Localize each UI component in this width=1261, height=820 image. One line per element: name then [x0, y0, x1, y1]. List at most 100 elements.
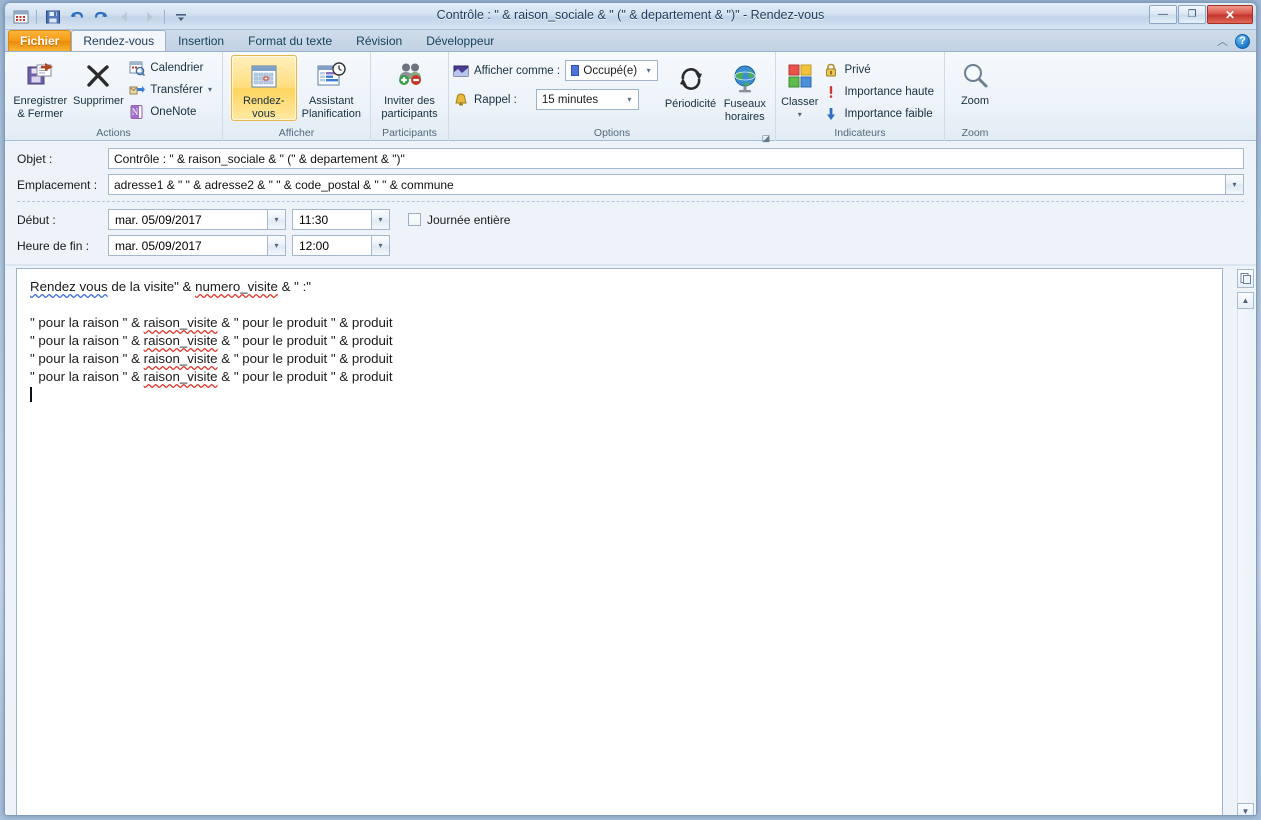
forward-label: Transférer	[150, 83, 203, 96]
start-time-chevron-down-icon[interactable]: ▾	[372, 209, 390, 230]
lock-icon	[826, 63, 837, 76]
tab-format-du-texte[interactable]: Format du texte	[236, 30, 344, 51]
start-date-input[interactable]: mar. 05/09/2017	[108, 209, 268, 230]
ribbon: Enregistrer & Fermer Supprimer Calendrie…	[5, 52, 1256, 143]
save-and-close-button[interactable]: Enregistrer & Fermer	[9, 55, 72, 121]
start-time-input[interactable]: 11:30	[292, 209, 372, 230]
end-date-input[interactable]: mar. 05/09/2017	[108, 235, 268, 256]
end-label: Heure de fin :	[17, 238, 90, 253]
location-label: Emplacement :	[17, 177, 98, 192]
start-row: Début : mar. 05/09/2017 ▾ 11:30 ▾ Journé…	[17, 208, 1244, 231]
tab-fichier[interactable]: Fichier	[8, 30, 72, 51]
all-day-checkbox[interactable]	[408, 213, 421, 226]
recurrence-button[interactable]: Périodicité	[662, 58, 718, 112]
undo-icon[interactable]	[66, 7, 87, 27]
reminder-dropdown[interactable]: 15 minutes ▾	[535, 89, 639, 110]
view-appointment-button[interactable]: Rendez-vous	[231, 55, 297, 121]
zoom-magnifier-icon	[964, 64, 988, 88]
private-button[interactable]: Privé	[819, 59, 940, 80]
invite-attendees-button[interactable]: Inviter des participants	[375, 55, 444, 121]
minimize-button[interactable]: —	[1149, 5, 1177, 24]
high-importance-button[interactable]: Importance haute	[819, 81, 940, 102]
tab-rendez-vous[interactable]: Rendez-vous	[71, 30, 167, 51]
close-button[interactable]: ✕	[1207, 5, 1253, 24]
end-time-input[interactable]: 12:00	[292, 235, 372, 256]
delete-label: Supprimer	[73, 95, 124, 107]
invite-attendees-label: Inviter des participants	[381, 95, 438, 120]
app-calendar-icon[interactable]	[10, 7, 31, 27]
show-as-icon	[453, 65, 469, 76]
forward-envelope-icon	[129, 85, 146, 94]
collapse-ribbon-icon[interactable]: ︿	[1217, 33, 1228, 49]
body-repeat-suffix-1: & " pour le produit " & produit	[217, 315, 393, 330]
time-zones-label: Fuseaux horaires	[723, 98, 766, 123]
redo-icon[interactable]	[90, 7, 111, 27]
vertical-scrollbar-track[interactable]	[1237, 310, 1254, 802]
body-repeat-prefix-2: " pour la raison " &	[30, 333, 144, 348]
show-as-chevron-down-icon[interactable]: ▾	[640, 61, 657, 80]
message-body-editor[interactable]: Rendez vous de la visite" & numero_visit…	[16, 268, 1223, 815]
qat-separator-2	[164, 9, 165, 24]
invite-attendees-icon	[398, 63, 421, 85]
busy-color-swatch	[571, 65, 580, 76]
show-as-label: Afficher comme :	[474, 64, 561, 77]
body-repeat-prefix-3: " pour la raison " &	[30, 351, 144, 366]
svg-text:N: N	[132, 107, 139, 117]
categorize-button[interactable]: Classer ▾	[780, 56, 819, 122]
tab-developpeur[interactable]: Développeur	[414, 30, 506, 51]
recurrence-label: Périodicité	[664, 98, 717, 110]
low-importance-label: Importance faible	[844, 107, 933, 120]
zoom-button[interactable]: Zoom	[949, 55, 1001, 109]
body-repeat-suffix-4: & " pour le produit " & produit	[217, 369, 393, 384]
onenote-button[interactable]: N OneNote	[125, 101, 218, 122]
scroll-up-button[interactable]: ▲	[1237, 292, 1254, 309]
end-time-chevron-down-icon[interactable]: ▾	[372, 235, 390, 256]
scroll-down-button[interactable]: ▼	[1237, 803, 1254, 815]
calendar-button[interactable]: Calendrier	[125, 57, 218, 78]
start-date-chevron-down-icon[interactable]: ▾	[268, 209, 286, 230]
save-icon[interactable]	[42, 7, 63, 27]
options-dialog-launcher-icon[interactable]: ◪	[761, 130, 771, 143]
body-repeat-prefix-1: " pour la raison " &	[30, 315, 144, 330]
scheduling-assistant-button[interactable]: Assistant Planification	[297, 55, 366, 121]
onenote-label: OneNote	[150, 105, 197, 118]
time-zones-button[interactable]: Fuseaux horaires	[719, 58, 771, 124]
ribbon-tab-strip: Fichier Rendez-vous Insertion Format du …	[5, 30, 1256, 52]
tab-insertion[interactable]: Insertion	[166, 30, 236, 51]
forward-chevron-down-icon[interactable]: ▾	[208, 85, 212, 94]
next-item-icon	[138, 7, 159, 27]
body-side-controls: ▲ ▼	[1234, 266, 1254, 815]
low-importance-button[interactable]: Importance faible	[819, 103, 940, 124]
show-as-dropdown[interactable]: Occupé(e) ▾	[565, 60, 659, 81]
attachment-icon[interactable]	[1237, 269, 1254, 288]
onenote-icon: N	[130, 104, 143, 119]
tab-revision[interactable]: Révision	[344, 30, 414, 51]
location-input[interactable]: adresse1 & " " & adresse2 & " " & code_p…	[108, 174, 1226, 195]
subject-input[interactable]: Contrôle : " & raison_sociale & " (" & d…	[108, 148, 1244, 169]
body-misspelling-numero-visite: numero_visite	[195, 279, 278, 294]
qat-separator	[36, 9, 37, 24]
delete-button[interactable]: Supprimer	[72, 55, 126, 109]
help-icon[interactable]: ?	[1235, 33, 1250, 49]
categorize-chevron-down-icon[interactable]: ▾	[798, 109, 802, 122]
body-repeat-line: " pour la raison " & raison_visite & " p…	[30, 314, 1222, 332]
ribbon-group-afficher: Rendez-vous Assistant Planification Affi…	[223, 52, 371, 141]
ribbon-group-zoom: Zoom Zoom	[945, 52, 1005, 141]
maximize-button[interactable]: ❐	[1178, 5, 1206, 24]
appointment-window: Contrôle : " & raison_sociale & " (" & d…	[4, 2, 1257, 816]
high-importance-label: Importance haute	[844, 85, 934, 98]
body-repeat-prefix-4: " pour la raison " &	[30, 369, 144, 384]
forward-button[interactable]: Transférer ▾	[125, 79, 218, 100]
actions-group-label: Actions	[96, 127, 131, 139]
ribbon-group-options: Afficher comme : Occupé(e) ▾ Rappel : 15…	[449, 52, 776, 143]
reminder-row: Rappel : 15 minutes ▾	[453, 87, 658, 112]
end-date-chevron-down-icon[interactable]: ▾	[268, 235, 286, 256]
location-chevron-down-icon[interactable]: ▾	[1226, 174, 1244, 195]
message-body-text[interactable]: Rendez vous de la visite" & numero_visit…	[17, 269, 1222, 404]
view-appointment-label: Rendez-vous	[243, 95, 285, 120]
save-and-close-label: Enregistrer & Fermer	[13, 95, 68, 120]
reminder-chevron-down-icon[interactable]: ▾	[621, 90, 638, 109]
customize-qat-icon[interactable]	[170, 7, 191, 27]
delete-x-icon	[87, 65, 110, 87]
reminder-label: Rappel :	[474, 93, 517, 106]
